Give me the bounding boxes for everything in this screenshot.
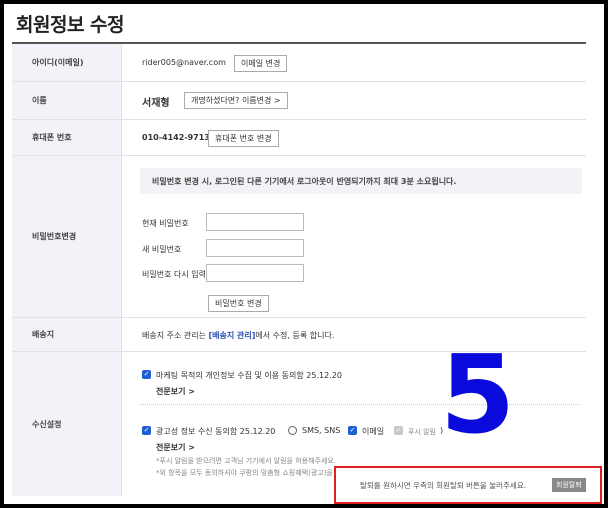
ad-consent-label: 광고성 정보 수신 동의함 25.12.20: [156, 427, 276, 436]
current-password-input[interactable]: [206, 213, 304, 231]
shipping-text: 배송지 주소 관리는 [배송지 관리]에서 수정, 등록 합니다.: [142, 331, 335, 340]
sms-radio[interactable]: [288, 426, 297, 435]
password-label: 비밀번호변경: [12, 156, 122, 317]
phone-row: 휴대폰 번호 010-4142-9713 휴대폰 번호 변경: [12, 120, 586, 156]
current-password-label: 현재 비밀번호: [142, 219, 189, 228]
id-row: 아이디(이메일) rider005@naver.com 이메일 변경: [12, 44, 586, 82]
shipping-label: 배송지: [12, 318, 122, 351]
email-checkbox[interactable]: ✓: [348, 426, 357, 435]
new-password-label: 새 비밀번호: [142, 245, 182, 254]
phone-label: 휴대폰 번호: [12, 120, 122, 155]
withdraw-text: 탈퇴를 원하시면 우측의 회원탈퇴 버튼을 눌러주세요.: [360, 481, 527, 490]
withdraw-highlight-box: 탈퇴를 원하시면 우측의 회원탈퇴 버튼을 눌러주세요. 회원탈퇴: [334, 466, 602, 504]
marketing-consent-checkbox[interactable]: ✓: [142, 370, 151, 379]
confirm-password-input[interactable]: [206, 264, 304, 282]
withdraw-button[interactable]: 회원탈퇴: [552, 478, 586, 492]
marketing-consent-label: 마케팅 목적의 개인정보 수집 및 이용 동의함 25.12.20: [156, 371, 342, 380]
id-label: 아이디(이메일): [12, 44, 122, 81]
push-note: *푸시 알림을 받으려면 고객님 기기에서 알림을 허용해주세요.: [156, 457, 337, 465]
marketing-detail-link[interactable]: 전문보기 >: [156, 386, 195, 397]
name-row: 이름 서재형 개명하셨다면? 이름변경 >: [12, 82, 586, 120]
name-value: 서재형: [142, 98, 170, 109]
ad-consent-checkbox[interactable]: ✓: [142, 426, 151, 435]
password-row: 비밀번호변경 비밀번호 변경 시, 로그인된 다른 기기에서 로그아웃이 반영되…: [12, 156, 586, 318]
ad-detail-link[interactable]: 전문보기 >: [156, 442, 195, 453]
phone-value: 010-4142-9713: [142, 133, 210, 142]
email-change-button[interactable]: 이메일 변경: [234, 55, 288, 72]
push-checkbox[interactable]: ✓: [394, 426, 403, 435]
shipping-manage-link[interactable]: [배송지 관리]: [209, 331, 256, 340]
page-frame: 회원정보 수정 아이디(이메일) rider005@naver.com 이메일 …: [4, 4, 604, 504]
page-title: 회원정보 수정: [16, 14, 125, 36]
phone-change-button[interactable]: 휴대폰 번호 변경: [208, 130, 279, 147]
password-notice: 비밀번호 변경 시, 로그인된 다른 기기에서 로그아웃이 반영되기까지 최대 …: [140, 168, 582, 194]
email-option-label: 이메일: [362, 427, 385, 436]
new-password-input[interactable]: [206, 239, 304, 257]
overlay-number-five: 5: [440, 333, 516, 458]
name-change-button[interactable]: 개명하셨다면? 이름변경 >: [184, 92, 288, 109]
email-value: rider005@naver.com: [142, 58, 226, 67]
name-label: 이름: [12, 82, 122, 119]
password-change-button[interactable]: 비밀번호 변경: [208, 295, 269, 312]
receive-settings-label: 수신설정: [12, 352, 122, 496]
push-option-label: 푸시 알림: [408, 428, 436, 436]
sms-option-label: SMS, SNS: [302, 426, 341, 435]
confirm-password-label: 비밀번호 다시 입력: [142, 270, 206, 279]
